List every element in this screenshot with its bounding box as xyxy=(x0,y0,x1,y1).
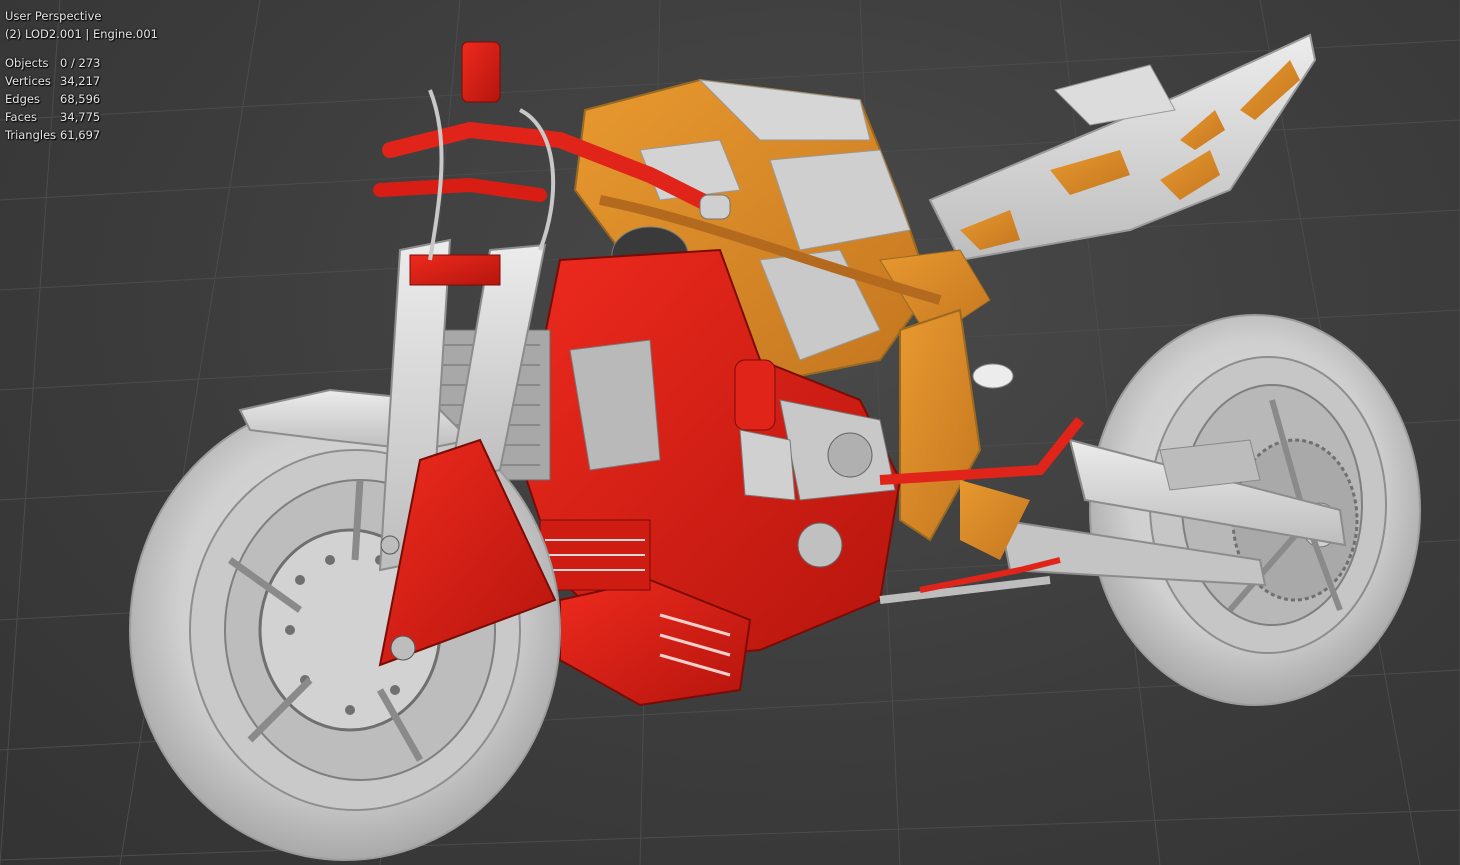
viewport-scene[interactable] xyxy=(0,0,1460,865)
active-object-name: (2) LOD2.001 | Engine.001 xyxy=(5,27,158,41)
viewport-text-overlay: User Perspective (2) LOD2.001 | Engine.0… xyxy=(5,7,158,144)
view-name: User Perspective xyxy=(5,9,102,23)
stat-value: 34,217 xyxy=(60,74,101,88)
stat-value: 68,596 xyxy=(60,92,101,106)
stat-label: Vertices xyxy=(5,74,51,88)
stat-edges: Edges 68,596 xyxy=(5,90,158,108)
stat-label: Objects xyxy=(5,56,49,70)
stat-vertices: Vertices 34,217 xyxy=(5,72,158,90)
stat-faces: Faces 34,775 xyxy=(5,108,158,126)
stat-value: 61,697 xyxy=(60,128,101,142)
stat-objects: Objects 0 / 273 xyxy=(5,54,158,72)
stat-value: 34,775 xyxy=(60,110,101,124)
stat-label: Faces xyxy=(5,110,37,124)
mirror-headlight xyxy=(972,363,1014,389)
3d-viewport[interactable]: User Perspective (2) LOD2.001 | Engine.0… xyxy=(0,0,1460,865)
stat-triangles: Triangles 61,697 xyxy=(5,126,158,144)
stat-label: Triangles xyxy=(5,128,57,142)
tail-section xyxy=(928,33,1317,262)
stat-label: Edges xyxy=(5,92,40,106)
stat-value: 0 / 273 xyxy=(60,56,101,70)
